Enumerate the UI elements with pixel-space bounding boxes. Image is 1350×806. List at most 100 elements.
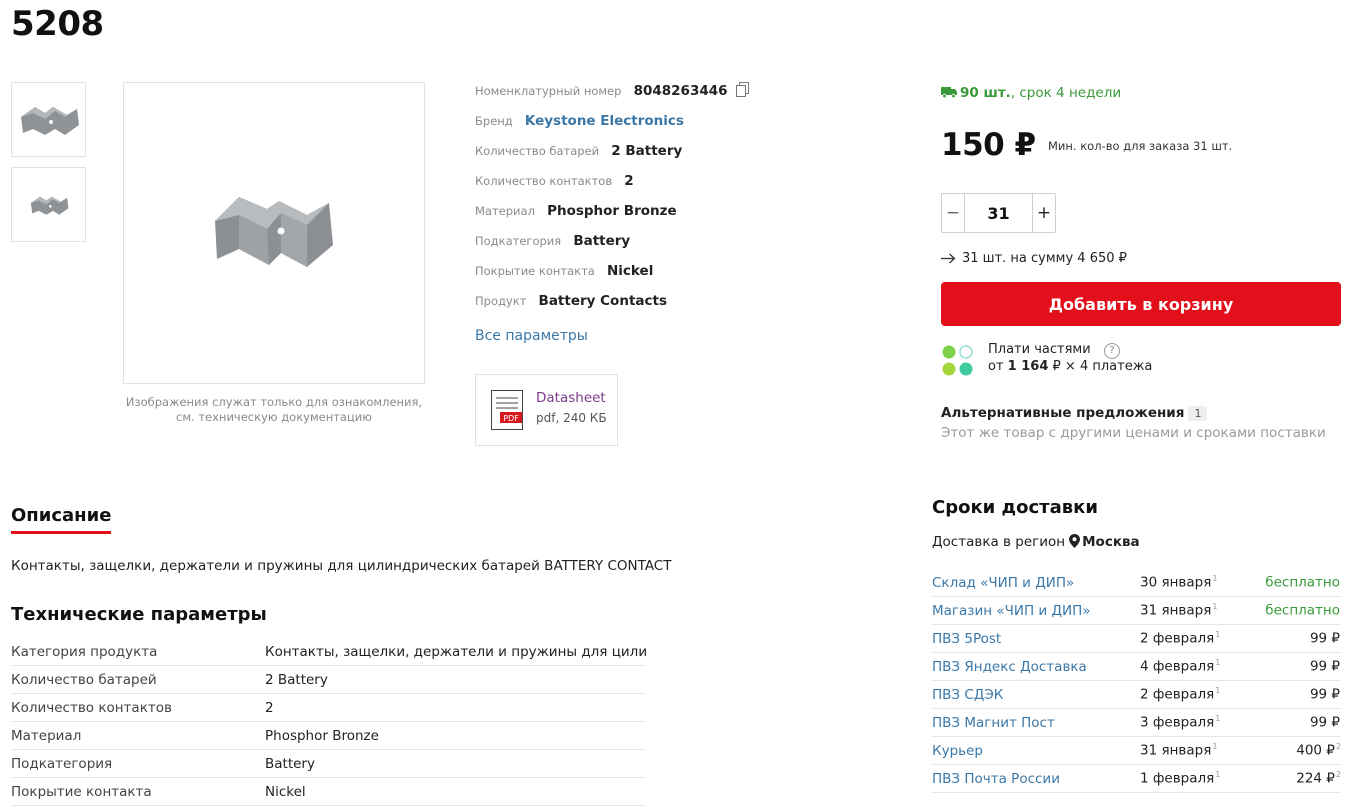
delivery-place-link[interactable]: ПВЗ Магнит Пост bbox=[932, 709, 1140, 737]
main-product-image[interactable] bbox=[123, 82, 425, 384]
table-row: Покрытие контакта Nickel bbox=[11, 778, 646, 806]
thumbnail-2[interactable] bbox=[11, 167, 86, 242]
table-row: ПВЗ 5Post 2 февраля1 99 ₽ bbox=[932, 625, 1341, 653]
param-value: Battery bbox=[573, 233, 631, 249]
image-disclaimer: Изображения служат только для ознакомлен… bbox=[125, 395, 423, 424]
param-value: Battery Contacts bbox=[538, 293, 667, 309]
param-value: 2 bbox=[624, 173, 634, 189]
table-row: Количество батарей 2 Battery bbox=[11, 666, 646, 694]
table-row: ПВЗ Магнит Пост 3 февраля1 99 ₽ bbox=[932, 709, 1341, 737]
order-sum: 31 шт. на сумму 4 650 ₽ bbox=[941, 251, 1127, 266]
order-sum-text: 31 шт. на сумму 4 650 ₽ bbox=[962, 251, 1127, 266]
map-pin-icon bbox=[1069, 534, 1081, 548]
installments-label: Плати частями bbox=[988, 342, 1091, 357]
param-label: Номенклатурный номер bbox=[475, 84, 622, 98]
delivery-place-link[interactable]: ПВЗ Почта России bbox=[932, 765, 1140, 793]
param-label: Покрытие контакта bbox=[475, 264, 595, 278]
quantity-stepper: − + bbox=[941, 193, 1056, 233]
param-value: Phosphor Bronze bbox=[547, 203, 677, 219]
description-text: Контакты, защелки, держатели и пружины д… bbox=[11, 558, 672, 574]
delivery-cost: бесплатно bbox=[1265, 602, 1340, 619]
delivery-cost: 224 ₽2 bbox=[1296, 770, 1341, 787]
param-battery-count: Количество батарей 2 Battery bbox=[475, 143, 682, 159]
delivery-place-link[interactable]: ПВЗ СДЭК bbox=[932, 681, 1140, 709]
param-key: Подкатегория bbox=[11, 755, 113, 772]
delivery-date: 31 января1 bbox=[1140, 742, 1218, 759]
alternative-offers-count: 1 bbox=[1188, 406, 1208, 421]
delivery-cost: 400 ₽2 bbox=[1296, 742, 1341, 759]
add-to-cart-button[interactable]: Добавить в корзину bbox=[941, 282, 1341, 326]
delivery-place-link[interactable]: Магазин «ЧИП и ДИП» bbox=[932, 597, 1140, 625]
qty-increment-button[interactable]: + bbox=[1033, 194, 1055, 232]
delivery-date: 2 февраля1 bbox=[1140, 630, 1221, 647]
datasheet-size: pdf, 240 КБ bbox=[536, 411, 607, 425]
sku-value: 8048263446 bbox=[633, 83, 728, 99]
stock-term: , срок 4 недели bbox=[1010, 85, 1122, 101]
delivery-region-link[interactable]: Москва bbox=[1082, 534, 1140, 550]
param-value: Nickel bbox=[265, 783, 306, 800]
tech-params-table: Категория продукта Контакты, защелки, дер… bbox=[11, 638, 646, 806]
qty-decrement-button[interactable]: − bbox=[942, 194, 964, 232]
param-label: Материал bbox=[475, 204, 535, 218]
param-value: Контакты, защелки, держатели и пружины д… bbox=[265, 643, 646, 660]
param-label: Количество батарей bbox=[475, 144, 600, 158]
param-key: Количество батарей bbox=[11, 671, 157, 688]
param-label: Продукт bbox=[475, 294, 527, 308]
param-value: Nickel bbox=[607, 263, 654, 279]
param-material: Материал Phosphor Bronze bbox=[475, 203, 677, 219]
delivery-table: Склад «ЧИП и ДИП» 30 января1 бесплатно М… bbox=[932, 569, 1341, 793]
param-plating: Покрытие контакта Nickel bbox=[475, 263, 653, 279]
param-sku: Номенклатурный номер 8048263446 bbox=[475, 82, 749, 99]
delivery-place-link[interactable]: ПВЗ 5Post bbox=[932, 625, 1140, 653]
alternative-offers-title[interactable]: Альтернативные предложения 1 bbox=[941, 405, 1208, 421]
table-row: Курьер 31 января1 400 ₽2 bbox=[932, 737, 1341, 765]
pdf-file-icon: PDF bbox=[491, 390, 523, 430]
table-row: Количество контактов 2 bbox=[11, 694, 646, 722]
table-row: Материал Phosphor Bronze bbox=[11, 722, 646, 750]
param-value: 2 Battery bbox=[611, 143, 683, 159]
truck-icon bbox=[941, 87, 957, 99]
product-image-icon bbox=[20, 106, 79, 135]
tab-description[interactable]: Описание bbox=[11, 505, 112, 534]
table-row: ПВЗ Яндекс Доставка 4 февраля1 99 ₽ bbox=[932, 653, 1341, 681]
param-key: Категория продукта bbox=[11, 643, 158, 660]
delivery-date: 2 февраля1 bbox=[1140, 686, 1221, 703]
param-key: Материал bbox=[11, 727, 82, 744]
delivery-cost: 99 ₽ bbox=[1309, 714, 1340, 731]
param-value: 2 Battery bbox=[265, 671, 328, 688]
param-brand: Бренд Keystone Electronics bbox=[475, 113, 684, 129]
datasheet-title[interactable]: Datasheet bbox=[536, 390, 606, 406]
param-key: Покрытие контакта bbox=[11, 783, 152, 800]
datasheet-card[interactable]: PDF Datasheet pdf, 240 КБ bbox=[475, 374, 618, 446]
delivery-place-link[interactable]: Склад «ЧИП и ДИП» bbox=[932, 569, 1140, 597]
delivery-date: 30 января1 bbox=[1140, 574, 1218, 591]
delivery-cost: 99 ₽ bbox=[1309, 658, 1340, 675]
table-row: Категория продукта Контакты, защелки, дер… bbox=[11, 638, 646, 666]
arrow-right-icon bbox=[941, 253, 956, 264]
quantity-input[interactable] bbox=[964, 194, 1033, 232]
param-value: 2 bbox=[265, 699, 274, 716]
delivery-title: Сроки доставки bbox=[932, 497, 1098, 518]
param-key: Количество контактов bbox=[11, 699, 172, 716]
param-value: Battery bbox=[265, 755, 315, 772]
param-contact-count: Количество контактов 2 bbox=[475, 173, 634, 189]
table-row: ПВЗ СДЭК 2 февраля1 99 ₽ bbox=[932, 681, 1341, 709]
param-value: Phosphor Bronze bbox=[265, 727, 379, 744]
delivery-cost: бесплатно bbox=[1265, 574, 1340, 591]
stock-qty: 90 шт. bbox=[960, 85, 1011, 101]
brand-link[interactable]: Keystone Electronics bbox=[525, 113, 684, 129]
copy-icon[interactable] bbox=[735, 82, 749, 97]
tech-params-title: Технические параметры bbox=[11, 604, 267, 625]
help-icon[interactable]: ? bbox=[1104, 343, 1120, 359]
delivery-place-link[interactable]: Курьер bbox=[932, 737, 1140, 765]
thumbnail-1[interactable] bbox=[11, 82, 86, 157]
stock-info: 90 шт., срок 4 недели bbox=[941, 85, 1121, 101]
min-order-qty: Мин. кол-во для заказа 31 шт. bbox=[1048, 139, 1233, 153]
param-subcategory: Подкатегория Battery bbox=[475, 233, 630, 249]
param-label: Бренд bbox=[475, 114, 513, 128]
price: 150 ₽ bbox=[941, 127, 1036, 163]
param-product: Продукт Battery Contacts bbox=[475, 293, 667, 309]
all-params-link[interactable]: Все параметры bbox=[475, 328, 588, 344]
installments-logo-icon bbox=[942, 345, 973, 376]
delivery-place-link[interactable]: ПВЗ Яндекс Доставка bbox=[932, 653, 1140, 681]
